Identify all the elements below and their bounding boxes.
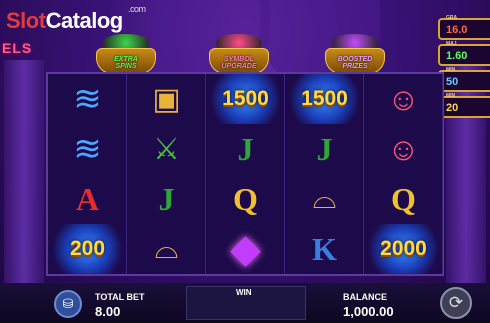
- picture-symbol: ⌓: [285, 174, 364, 224]
- jackpot-value: 20: [446, 102, 459, 114]
- letter-value: J: [237, 130, 254, 167]
- letter-symbol: Q: [364, 174, 443, 224]
- jackpot-box: GRA 16.0: [438, 15, 490, 40]
- purple-gem-icon: ◆: [230, 227, 261, 271]
- picture-symbol: ≋: [48, 74, 127, 124]
- reel-column: 1500 J Q ◆: [206, 74, 285, 274]
- picture-symbol: ☺: [364, 74, 443, 124]
- letter-value: Q: [391, 180, 416, 217]
- picture-symbol: ≋: [48, 124, 127, 174]
- bet-settings-button[interactable]: ⛁: [54, 290, 82, 318]
- picture-symbol: ⌓: [127, 224, 206, 274]
- jackpot-label: MAJ: [446, 41, 457, 47]
- cash-value: 2000: [380, 237, 427, 260]
- jackpot-panel: GRA 16.0 MAJ 1.60 MIN 50 MIN 20: [438, 15, 490, 122]
- cash-value: 200: [69, 237, 106, 260]
- magic-lamp-icon: ⌓: [312, 182, 337, 215]
- magic-carpet-icon: ≋: [73, 130, 102, 168]
- cash-symbol: 1500: [206, 74, 285, 124]
- jackpot-label: GRA: [446, 15, 458, 21]
- treasure-chest-icon: ▣: [152, 82, 181, 116]
- jackpot-label: MIN: [446, 93, 456, 99]
- letter-symbol: J: [127, 174, 206, 224]
- refresh-icon: ⟳: [448, 293, 464, 312]
- feature-pot: BOOSTED PRIZES: [322, 34, 388, 74]
- reel-column: ≋ ≋ A 200: [48, 74, 127, 274]
- total-bet-value: 8.00: [95, 304, 121, 319]
- pot-label: BOOSTED PRIZES: [337, 56, 373, 70]
- picture-symbol: ◆: [206, 224, 285, 274]
- genie-icon: ☺: [387, 80, 420, 117]
- letter-value: K: [312, 230, 337, 267]
- letter-symbol: Q: [206, 174, 285, 224]
- pot-label: SYMBOL UPGRADE: [221, 56, 257, 70]
- watermark-logo: SlotCatalog .com: [6, 4, 146, 33]
- letter-value: A: [75, 180, 100, 217]
- coins-icon: ⛁: [62, 296, 74, 311]
- jackpot-value: 50: [446, 76, 459, 88]
- letter-symbol: J: [206, 124, 285, 174]
- magic-carpet-icon: ≋: [73, 80, 102, 118]
- pot-label: EXTRA SPINS: [114, 56, 138, 70]
- jackpot-value: 1.60: [446, 50, 468, 62]
- letter-symbol: A: [48, 174, 127, 224]
- genie-icon: ☺: [387, 130, 420, 167]
- jackpot-label: MIN: [446, 67, 456, 73]
- cash-symbol: 2000: [364, 224, 443, 274]
- jackpot-box: MIN 50: [438, 67, 490, 92]
- pillar-left: [4, 60, 44, 320]
- total-bet-label: TOTAL BET: [95, 292, 145, 302]
- win-label: WIN: [236, 288, 252, 297]
- reel-column: ☺ ☺ Q 2000: [364, 74, 443, 274]
- picture-symbol: ▣: [127, 74, 206, 124]
- cash-value: 1500: [301, 87, 348, 110]
- balance-label: BALANCE: [343, 292, 387, 302]
- game-title-fragment: ELS: [2, 40, 33, 56]
- cash-symbol: 200: [48, 224, 127, 274]
- cash-value: 1500: [222, 87, 269, 110]
- feature-pot: EXTRA SPINS: [93, 34, 159, 74]
- reel-grid: ≋ ≋ A 200 ▣ ⚔ J ⌓ 1500 J Q ◆ 1500 J ⌓ K ☺ ☺ Q 2000: [46, 72, 444, 276]
- picture-symbol: ☺: [364, 124, 443, 174]
- jackpot-box: MIN 20: [438, 93, 490, 118]
- jackpot-value: 16.0: [446, 24, 468, 36]
- reel-column: ▣ ⚔ J ⌓: [127, 74, 206, 274]
- feature-pot: SYMBOL UPGRADE: [206, 34, 272, 74]
- jackpot-box: MAJ 1.60: [438, 41, 490, 66]
- letter-value: J: [158, 180, 175, 217]
- letter-symbol: K: [285, 224, 364, 274]
- cash-symbol: 1500: [285, 74, 364, 124]
- magic-lamp-icon: ⌓: [154, 232, 179, 265]
- dagger-icon: ⚔: [153, 132, 180, 166]
- reel-column: 1500 J ⌓ K: [285, 74, 364, 274]
- letter-symbol: J: [285, 124, 364, 174]
- letter-value: J: [316, 130, 333, 167]
- picture-symbol: ⚔: [127, 124, 206, 174]
- balance-value: 1,000.00: [343, 304, 394, 319]
- letter-value: Q: [233, 180, 258, 217]
- spin-button[interactable]: ⟳: [440, 287, 472, 319]
